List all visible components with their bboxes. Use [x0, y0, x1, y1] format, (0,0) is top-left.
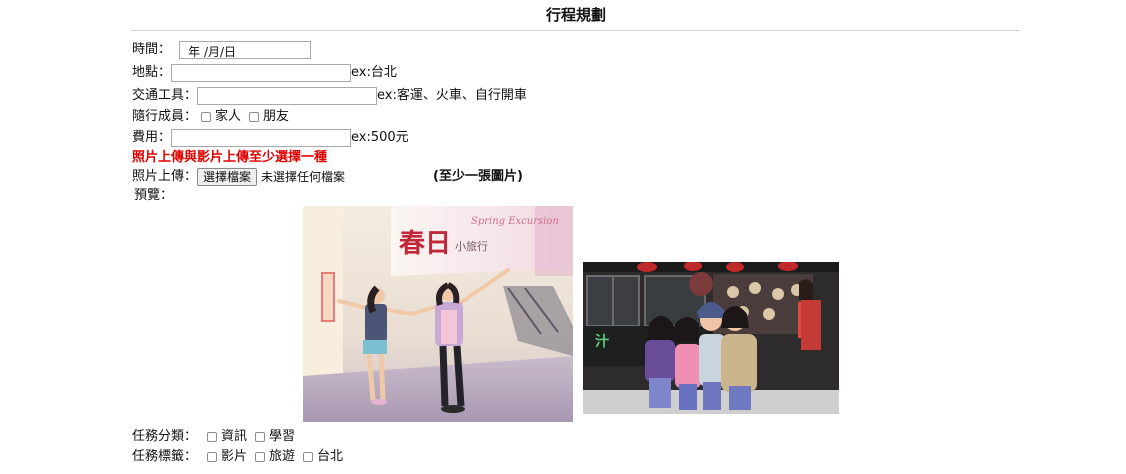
date-row: 時間： 年 /月/日: [132, 40, 312, 60]
photo-upload-label: 照片上傳：: [132, 169, 198, 184]
svg-text:汁: 汁: [595, 333, 609, 350]
banner-english: Spring Excursion: [471, 216, 559, 227]
taipei-tag-label: 台北: [317, 449, 344, 464]
location-hint: ex:台北: [351, 65, 397, 80]
upload-warning: 照片上傳與影片上傳至少選擇一種: [132, 150, 328, 165]
preview-photo-2: 汁: [583, 262, 839, 414]
transport-input[interactable]: [197, 87, 378, 105]
companions-label: 隨行成員：: [132, 109, 198, 124]
travel-tag-label: 旅遊: [269, 449, 296, 464]
friends-checkbox[interactable]: [249, 112, 260, 122]
banner-title: 春日: [399, 229, 451, 259]
transport-row: 交通工具： ex:客運、火車、自行開車: [132, 86, 527, 106]
tags-label: 任務標籤：: [132, 449, 198, 464]
transport-label: 交通工具：: [132, 88, 198, 103]
location-row: 地點： ex:台北: [132, 63, 397, 83]
date-label: 時間：: [132, 42, 172, 57]
preview-label: 預覽：: [134, 188, 174, 203]
cost-row: 費用： ex:500元: [132, 128, 409, 148]
tags-row: 任務標籤： 影片 旅遊 台北: [132, 447, 343, 467]
date-input[interactable]: 年 /月/日: [179, 41, 312, 59]
info-checkbox[interactable]: [207, 432, 218, 442]
transport-hint: ex:客運、火車、自行開車: [377, 88, 527, 103]
title-divider: [131, 30, 1020, 31]
info-label: 資訊: [221, 429, 248, 444]
cost-input[interactable]: [171, 129, 352, 147]
study-checkbox[interactable]: [255, 432, 266, 442]
companions-row: 隨行成員： 家人 朋友: [132, 107, 289, 127]
study-label: 學習: [269, 429, 296, 444]
travel-tag-checkbox[interactable]: [255, 452, 266, 462]
video-tag-checkbox[interactable]: [207, 452, 218, 462]
category-label: 任務分類：: [132, 429, 198, 444]
family-label: 家人: [215, 109, 242, 124]
friends-label: 朋友: [263, 109, 290, 124]
photo-upload-row: 照片上傳： 選擇檔案 未選擇任何檔案: [132, 167, 345, 187]
location-label: 地點：: [132, 65, 172, 80]
photo-note: (至少一張圖片): [433, 169, 523, 184]
cost-hint: ex:500元: [351, 130, 409, 145]
no-file-text: 未選擇任何檔案: [261, 170, 346, 184]
cost-label: 費用：: [132, 130, 172, 145]
preview-photo-1: 春日 小旅行 Spring Excursion: [303, 206, 573, 422]
page-title: 行程規劃: [545, 6, 606, 24]
video-tag-label: 影片: [221, 449, 248, 464]
family-checkbox[interactable]: [201, 112, 212, 122]
category-row: 任務分類： 資訊 學習: [132, 427, 295, 447]
location-input[interactable]: [171, 64, 352, 82]
banner-subtitle: 小旅行: [455, 239, 488, 253]
choose-file-button[interactable]: 選擇檔案: [197, 168, 258, 186]
taipei-tag-checkbox[interactable]: [303, 452, 314, 462]
